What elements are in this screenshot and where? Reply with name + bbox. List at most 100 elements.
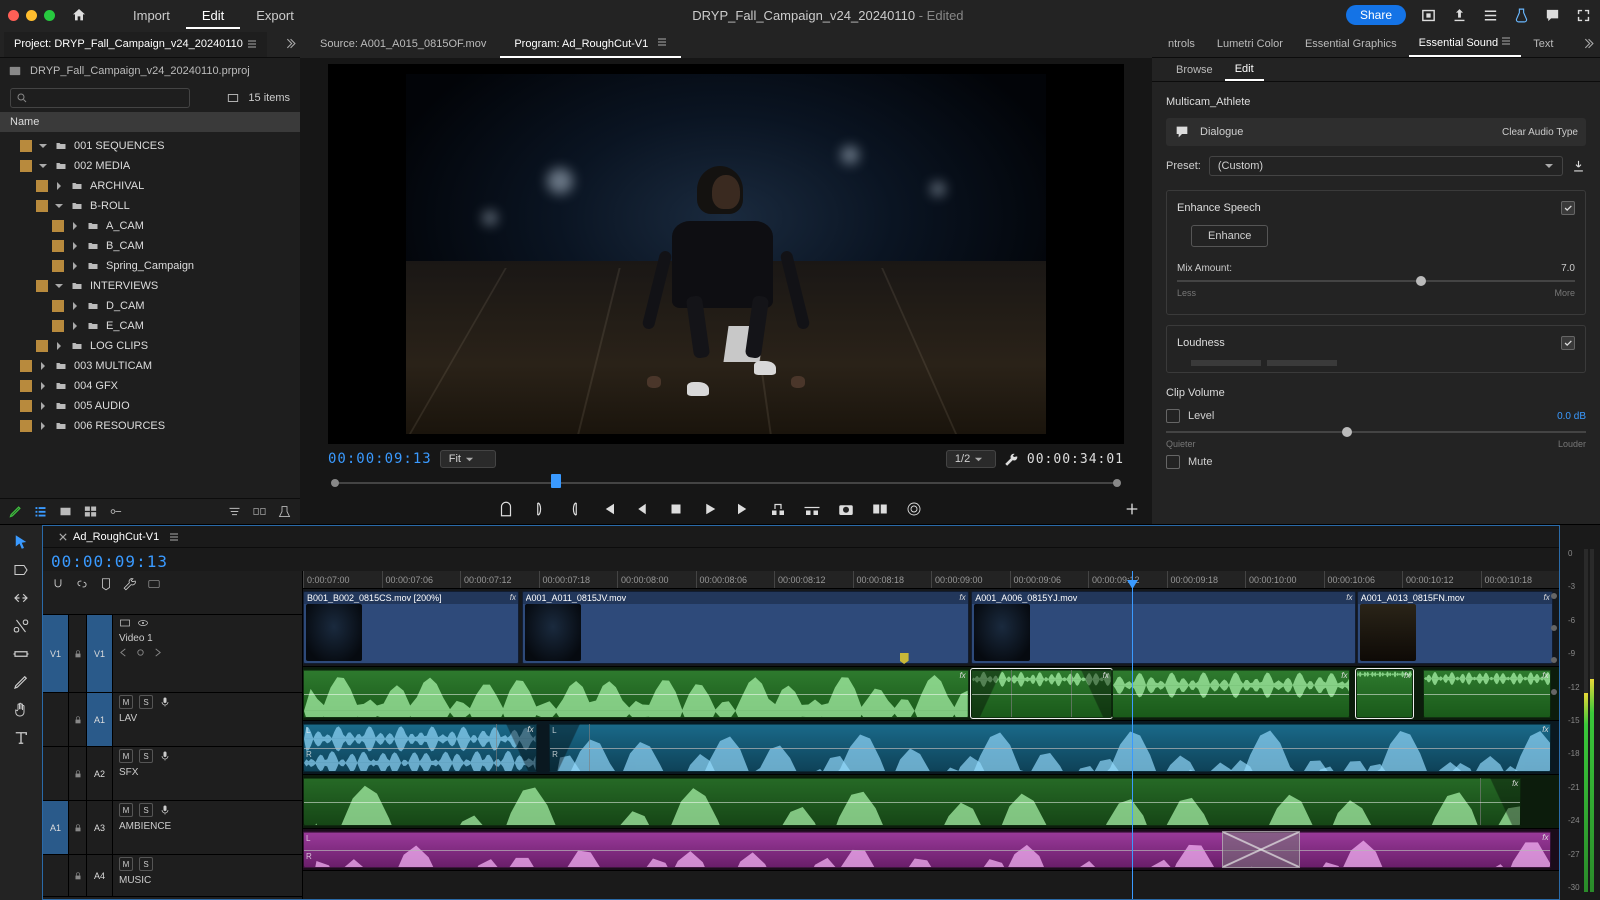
chevron-right-icon[interactable] [283,37,296,50]
bin-a-cam[interactable]: A_CAM [0,216,300,236]
camera-icon[interactable] [837,500,855,518]
a4-target[interactable]: A4 [87,855,113,896]
fullscreen-icon[interactable] [1575,7,1592,24]
track-a3[interactable]: fx [303,775,1559,829]
razor-tool-icon[interactable] [12,617,30,635]
mute-checkbox[interactable] [1166,455,1180,469]
download-preset-icon[interactable] [1571,158,1586,175]
find-icon[interactable] [277,504,292,519]
link-icon[interactable] [75,577,89,591]
chat-icon[interactable] [1544,7,1561,24]
timeline-timecode[interactable]: 00:00:09:13 [51,552,168,571]
tab-essential-sound[interactable]: Essential Sound [1409,30,1522,57]
v1-target[interactable]: V1 [87,615,113,692]
share-button[interactable]: Share [1346,5,1406,25]
program-timecode[interactable]: 00:00:09:13 [328,451,432,467]
column-header-name[interactable]: Name [0,112,300,132]
audio-clip[interactable]: fxLR [549,723,1551,772]
a1-solo[interactable]: S [139,695,153,709]
bin-004-gfx[interactable]: 004 GFX [0,376,300,396]
bin-b-roll[interactable]: B-ROLL [0,196,300,216]
step-back-icon[interactable] [633,500,651,518]
bin-spring-campaign[interactable]: Spring_Campaign [0,256,300,276]
track-header-v1[interactable]: V1 V1 Video 1 [43,615,302,693]
go-to-in-icon[interactable] [599,500,617,518]
bin-e-cam[interactable]: E_CAM [0,316,300,336]
menu-export[interactable]: Export [240,4,310,27]
toggle-output-icon[interactable] [119,617,131,629]
audio-crossfade[interactable] [1222,831,1300,868]
project-tree[interactable]: 001 SEQUENCES002 MEDIAARCHIVALB-ROLLA_CA… [0,132,300,498]
home-icon[interactable] [71,7,87,23]
mic-icon[interactable] [159,750,171,762]
audio-clip[interactable]: fx [1356,669,1414,718]
source-monitor-tab[interactable]: Source: A001_A015_0815OF.mov [306,32,500,56]
export-icon[interactable] [1451,7,1468,24]
subtab-edit[interactable]: Edit [1225,59,1264,81]
slip-tool-icon[interactable] [12,645,30,663]
program-scrub-bar[interactable] [328,476,1124,490]
auto-sequence-icon[interactable] [252,504,267,519]
track-select-tool-icon[interactable] [12,561,30,579]
bin-005-audio[interactable]: 005 AUDIO [0,396,300,416]
compare-icon[interactable] [871,500,889,518]
audio-clip[interactable]: fxLR [303,831,1551,868]
bin-d-cam[interactable]: D_CAM [0,296,300,316]
track-header-a3[interactable]: A1 A3 MS AMBIENCE [43,801,302,855]
mark-in-icon[interactable] [497,500,515,518]
mic-icon[interactable] [159,696,171,708]
timeline-playhead[interactable] [1132,571,1133,899]
a1-lock[interactable] [69,693,87,746]
set-in-icon[interactable] [531,500,549,518]
hand-tool-icon[interactable] [12,701,30,719]
audio-clip[interactable]: fx [1112,669,1351,718]
a3-source-patch[interactable]: A1 [43,801,69,854]
lift-icon[interactable] [769,500,787,518]
mic-icon[interactable] [159,804,171,816]
a1-mute[interactable]: M [119,695,133,709]
settings-icon[interactable] [123,577,137,591]
track-scroll[interactable] [1549,589,1559,899]
track-a2[interactable]: fxLRfxLR [303,721,1559,775]
video-clip[interactable]: A001_A013_0815FN.movfx [1357,591,1553,664]
maximize-window[interactable] [44,10,55,21]
enhance-button[interactable]: Enhance [1191,225,1268,247]
project-search-input[interactable] [10,88,190,108]
subtab-browse[interactable]: Browse [1166,60,1223,80]
resolution-dropdown[interactable]: 1/2 [946,450,996,468]
play-icon[interactable] [701,500,719,518]
time-ruler[interactable]: 0:00:07:0000:00:07:0600:00:07:1200:00:07… [303,571,1559,589]
track-header-a4[interactable]: A4 MS MUSIC [43,855,302,897]
track-a1[interactable]: fxfxfxfxfx [303,667,1559,721]
go-to-out-icon[interactable] [735,500,753,518]
list-view-icon[interactable] [33,504,48,519]
freeform-view-icon[interactable] [83,504,98,519]
track-header-a1[interactable]: A1 MS LAV [43,693,302,747]
marker-add-icon[interactable] [99,577,113,591]
extract-icon[interactable] [803,500,821,518]
close-window[interactable] [8,10,19,21]
menu-edit[interactable]: Edit [186,4,240,29]
program-viewer[interactable] [328,64,1124,444]
a3-lock[interactable] [69,801,87,854]
type-tool-icon[interactable] [12,729,30,747]
eye-icon[interactable] [137,617,149,629]
cc-icon[interactable] [147,577,161,591]
quick-export-icon[interactable] [1420,7,1437,24]
v1-lock[interactable] [69,615,87,692]
track-header-a2[interactable]: A2 MS SFX [43,747,302,801]
tab-lumetri-color[interactable]: Lumetri Color [1207,32,1293,56]
tab-ntrols[interactable]: ntrols [1158,32,1205,56]
sort-icon[interactable] [227,504,242,519]
preset-dropdown[interactable]: (Custom) [1209,156,1563,176]
workspace-icon[interactable] [1482,7,1499,24]
tab-text[interactable]: Text [1523,32,1563,56]
a1-target[interactable]: A1 [87,693,113,746]
window-controls[interactable] [8,10,55,21]
ripple-tool-icon[interactable] [12,589,30,607]
bin-001-sequences[interactable]: 001 SEQUENCES [0,136,300,156]
enhance-speech-checkbox[interactable] [1561,201,1575,215]
zoom-slider-icon[interactable] [108,504,123,519]
a3-target[interactable]: A3 [87,801,113,854]
a2-target[interactable]: A2 [87,747,113,800]
